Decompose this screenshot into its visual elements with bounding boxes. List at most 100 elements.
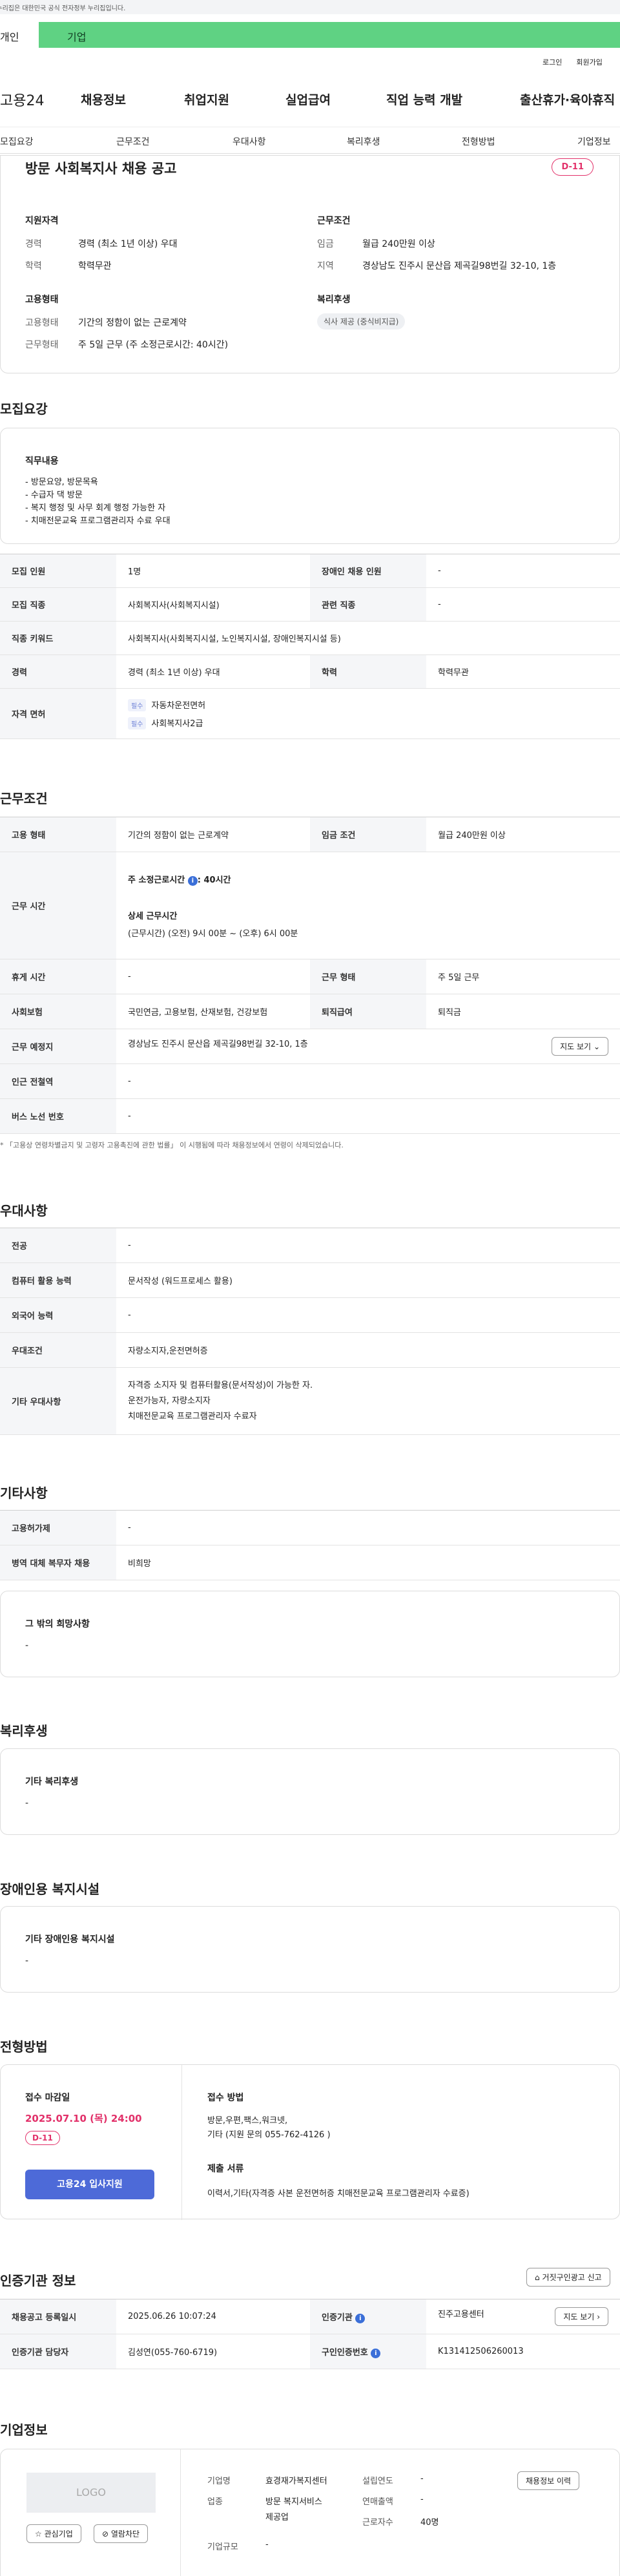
gnb-item-vocational[interactable]: 직업 능력 개발 bbox=[386, 90, 462, 108]
gnb-item-jobs[interactable]: 채용정보 bbox=[81, 90, 126, 108]
staff-label: 근로자수 bbox=[362, 2518, 393, 2528]
cell-value: - bbox=[116, 1063, 620, 1099]
dday-badge: D-11 bbox=[552, 158, 594, 176]
lnb-company[interactable]: 기업정보 bbox=[577, 135, 611, 148]
cell-value: - bbox=[116, 1297, 620, 1333]
block-icon: ⊘ bbox=[102, 2529, 109, 2539]
gnb-item-unemployment[interactable]: 실업급여 bbox=[285, 90, 331, 108]
lnb-pref[interactable]: 우대사항 bbox=[232, 135, 266, 148]
cell-label: 임금 조건 bbox=[310, 817, 426, 852]
section-title-pref: 우대사항 bbox=[0, 1203, 48, 1219]
required-tag: 필수 bbox=[128, 717, 147, 729]
map-button[interactable]: 지도 보기 ⌄ bbox=[552, 1037, 608, 1056]
disabled-box-heading: 기타 장애인용 복지시설 bbox=[25, 1934, 115, 1945]
docs-value: 이력서,기타(자격증 사본 운전면허증 치매전문교육 프로그램관리자 수료증) bbox=[207, 2189, 470, 2199]
divider bbox=[181, 2065, 182, 2220]
etc-pref-line: 치매전문교육 프로그램관리자 수료자 bbox=[128, 1411, 257, 1421]
place-value: 경상남도 진주시 문산읍 제곡길98번길 32-10, 1층 bbox=[128, 1040, 308, 1049]
section-title-welfare: 복리후생 bbox=[0, 1723, 48, 1739]
table-row: 컴퓨터 활용 능력 문서작성 (워드프로세스 활용) bbox=[0, 1262, 620, 1298]
cond-heading: 근무조건 bbox=[317, 216, 351, 226]
cell-value: 사회복지사(사회복지시설) bbox=[116, 587, 310, 622]
gov-notice-bar: 이 누리집은 대한민국 공식 전자정부 누리집입니다. bbox=[0, 0, 620, 14]
cell-value: 사회복지사(사회복지시설, 노인복지시설, 장애인복지시설 등) bbox=[116, 621, 620, 655]
cell-label: 고용 형태 bbox=[0, 817, 116, 852]
lnb-work[interactable]: 근무조건 bbox=[116, 135, 150, 148]
welfare-box-value: - bbox=[25, 1798, 29, 1808]
cell-label: 모집 직종 bbox=[0, 587, 116, 622]
worktype-label: 근무형태 bbox=[25, 340, 59, 350]
block-company-button[interactable]: ⊘ 열람차단 bbox=[94, 2524, 149, 2543]
wage-label: 임금 bbox=[317, 239, 334, 249]
tab-corporate[interactable]: 기업 bbox=[39, 22, 620, 48]
join-link[interactable]: 회원가입 bbox=[576, 57, 602, 67]
cell-value: - bbox=[426, 554, 620, 588]
cell-value: 1명 bbox=[116, 554, 310, 588]
deadline-heading: 접수 마감일 bbox=[25, 2093, 70, 2103]
etc-pref-line: 자격증 소지자 및 컴퓨터활용(문서작성)이 가능한 자. bbox=[128, 1380, 313, 1390]
cell-value: 진주고용센터 bbox=[438, 2310, 484, 2319]
false-ad-report-button[interactable]: ⌂ 거짓구인광고 신고 bbox=[526, 2268, 610, 2287]
emp-label: 고용형태 bbox=[25, 318, 59, 328]
welfare-heading: 복리후생 bbox=[317, 295, 351, 305]
org-cell: 진주고용센터 지도 보기 › bbox=[426, 2299, 620, 2334]
cell-label: 우대조건 bbox=[0, 1332, 116, 1368]
section-title-work: 근무조건 bbox=[0, 791, 48, 806]
cell-value: - bbox=[116, 1510, 620, 1545]
weekly-hours-value: : 40시간 bbox=[197, 875, 231, 885]
gnb-item-employment-support[interactable]: 취업지원 bbox=[184, 90, 229, 108]
duty-line: - 수급자 댁 방문 bbox=[25, 490, 83, 500]
duty-card: 직무내용 - 방문요양, 방문목욕 - 수급자 댁 방문 - 복지 행정 및 사… bbox=[0, 428, 620, 544]
table-row: 모집 인원 1명 장애인 채용 인원 - bbox=[0, 554, 620, 588]
staff-value: 40명 bbox=[420, 2518, 439, 2528]
company-card: LOGO ☆ 관심기업 ⊘ 열람차단 기업명 효경재가복지센터 업종 방문 복지… bbox=[0, 2449, 620, 2576]
table-row: 사회보험 국민연금, 고용보험, 산재보험, 건강보험 퇴직급여 퇴직금 bbox=[0, 994, 620, 1029]
org-map-button[interactable]: 지도 보기 › bbox=[555, 2307, 608, 2326]
info-icon[interactable]: i bbox=[355, 2313, 366, 2323]
cell-label: 기타 우대사항 bbox=[0, 1367, 116, 1435]
dday-badge: D-11 bbox=[25, 2131, 60, 2145]
cell-label: 학력 bbox=[310, 654, 426, 689]
welfare-card: 기타 복리후생 - bbox=[0, 1748, 620, 1835]
edu-value: 학력무관 bbox=[78, 261, 112, 271]
cell-value: K131412506260013 bbox=[426, 2334, 620, 2369]
section-anchor-nav: 모집요강 근무조건 우대사항 복리후생 전형방법 기업정보 bbox=[0, 127, 620, 154]
section-title-screening: 전형방법 bbox=[0, 2039, 48, 2055]
apply-button[interactable]: 고용24 입사지원 bbox=[25, 2170, 154, 2199]
login-link[interactable]: 로그인 bbox=[542, 57, 562, 67]
favorite-company-button[interactable]: ☆ 관심기업 bbox=[26, 2524, 81, 2543]
site-logo[interactable]: 고용24 bbox=[0, 89, 44, 110]
company-name-label: 기업명 bbox=[207, 2477, 231, 2486]
gnb-item-parental-leave[interactable]: 출산휴가·육아휴직 bbox=[520, 90, 615, 108]
license-item: 자동차운전면허 bbox=[151, 700, 206, 711]
info-icon[interactable]: i bbox=[371, 2348, 381, 2358]
lnb-welfare[interactable]: 복리후생 bbox=[347, 135, 380, 148]
star-icon: ☆ bbox=[35, 2529, 42, 2539]
wish-heading: 그 밖의 희망사항 bbox=[25, 1619, 90, 1629]
cert-table: 채용공고 등록일시 2025.06.26 10:07:24 인증기관 i 진주고… bbox=[0, 2299, 620, 2369]
wage-value: 월급 240만원 이상 bbox=[362, 239, 435, 249]
table-row: 근무 시간 주 소정근로시간 i: 40시간 상세 근무시간 (근무시간) (오… bbox=[0, 852, 620, 959]
lnb-screening[interactable]: 전형방법 bbox=[462, 135, 495, 148]
job-history-button[interactable]: 채용정보 이력 bbox=[517, 2471, 580, 2490]
required-tag: 필수 bbox=[128, 698, 147, 711]
cell-label: 병역 대체 복무자 채용 bbox=[0, 1545, 116, 1580]
section-title-disabled: 장애인용 복지시설 bbox=[0, 1881, 100, 1897]
founded-value: - bbox=[420, 2474, 424, 2484]
other-table: 고용허가제 - 병역 대체 복무자 채용 비희망 bbox=[0, 1510, 620, 1580]
tab-personal[interactable]: 개인 bbox=[0, 22, 39, 48]
cell-value: 주 5일 근무 bbox=[426, 959, 620, 994]
info-icon[interactable]: i bbox=[187, 875, 198, 886]
cell-value: 경력 (최소 1년 이상) 우대 bbox=[116, 654, 310, 689]
table-row: 버스 노선 번호 - bbox=[0, 1098, 620, 1134]
welfare-chip: 식사 제공 (중식비지급) bbox=[317, 313, 406, 330]
emp-value: 기간의 정함이 없는 근로계약 bbox=[78, 318, 187, 328]
career-value: 경력 (최소 1년 이상) 우대 bbox=[78, 239, 178, 249]
deadline-value: 2025.07.10 (목) 24:00 bbox=[25, 2113, 142, 2124]
table-row: 고용 형태 기간의 정함이 없는 근로계약 임금 조건 월급 240만원 이상 bbox=[0, 817, 620, 852]
hours-cell: 주 소정근로시간 i: 40시간 상세 근무시간 (근무시간) (오전) 9시 … bbox=[116, 852, 620, 959]
lnb-recruit[interactable]: 모집요강 bbox=[0, 135, 34, 148]
cell-label: 자격 면허 bbox=[0, 688, 116, 739]
etc-pref-line: 운전가능자, 자량소지자 bbox=[128, 1396, 211, 1406]
pref-table: 전공 - 컴퓨터 활용 능력 문서작성 (워드프로세스 활용) 외국어 능력 -… bbox=[0, 1228, 620, 1435]
